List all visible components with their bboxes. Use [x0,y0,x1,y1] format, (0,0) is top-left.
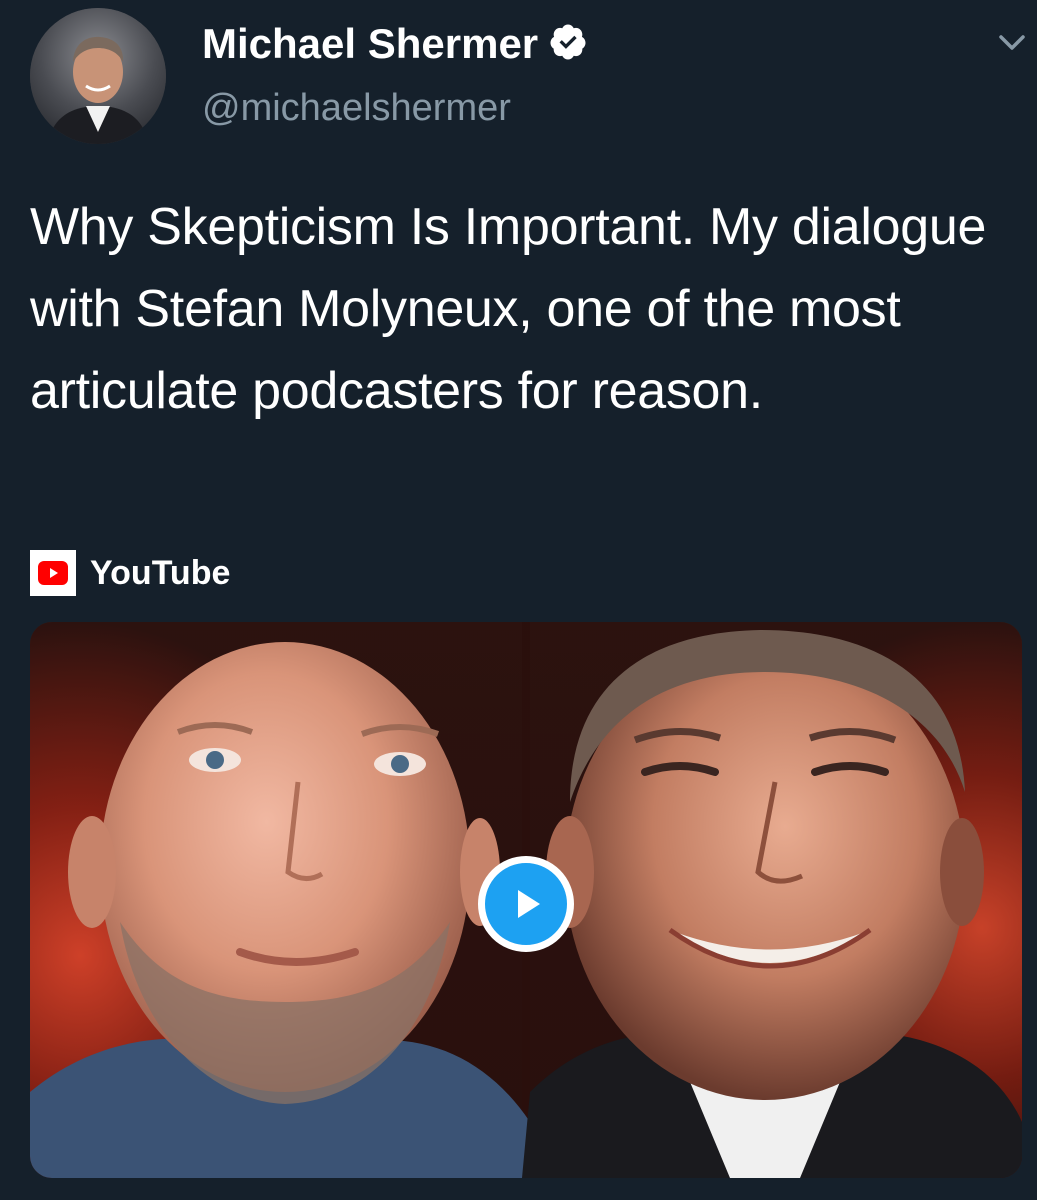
tweet-text: Why Skepticism Is Important. My dialogue… [30,198,987,420]
avatar[interactable] [30,8,166,144]
tweet-card[interactable]: Michael Shermer @michaelshermer Why Skep… [0,0,1037,1200]
chevron-down-icon[interactable] [990,28,1034,58]
avatar-photo [30,8,166,144]
video-thumbnail[interactable] [30,622,1022,1178]
verified-badge-icon [550,24,586,60]
author-name[interactable]: Michael Shermer [202,20,538,67]
author-name-row[interactable]: Michael Shermer [202,20,588,68]
youtube-icon [30,550,76,596]
link-source[interactable]: YouTube [30,548,230,598]
play-button[interactable] [478,856,574,952]
play-icon [518,890,540,918]
source-name[interactable]: YouTube [90,553,230,593]
author-handle[interactable]: @michaelshermer [202,86,511,130]
